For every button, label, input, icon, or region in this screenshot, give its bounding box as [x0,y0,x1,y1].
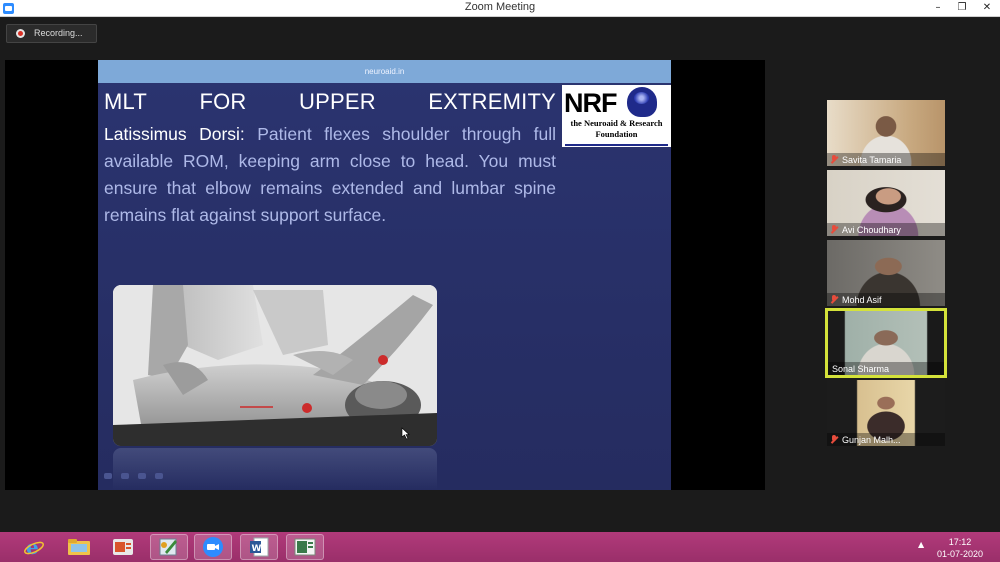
muted-mic-icon [830,155,838,164]
muted-mic-icon [830,225,838,234]
media-app-icon [294,538,316,556]
screen-share-area[interactable]: neuroaid.in MLT FOR UPPER EXTREMITY Lati… [5,60,765,490]
clock-date: 01-07-2020 [936,549,984,559]
taskbar-app-paint[interactable] [150,534,188,560]
nrf-logo-letters: NRF [564,88,617,118]
nrf-logo: NRF the Neuroaid & Research Foundation [562,85,671,147]
presentation-slide: neuroaid.in MLT FOR UPPER EXTREMITY Lati… [98,60,671,490]
svg-text:W: W [252,544,262,554]
record-icon [16,29,25,38]
office-app-icon [113,539,133,555]
photo-reflection [113,448,437,490]
next-slide-icon[interactable] [155,473,163,479]
zoom-app-icon [203,537,223,557]
slide-title-word: UPPER [298,89,376,114]
taskbar-app-file-explorer[interactable] [60,534,98,560]
meeting-stage: Recording... neuroaid.in MLT FOR UPPER E… [0,18,1000,532]
restore-button[interactable]: ❐ [950,0,974,17]
recording-indicator[interactable]: Recording... [6,24,97,43]
minimize-button[interactable]: – [926,0,950,17]
taskbar-app-media[interactable] [286,534,324,560]
participant-name: Mohd Asif [842,295,882,305]
file-explorer-icon [68,539,90,555]
brain-head-icon [627,87,657,117]
participant-name: Sonal Sharma [832,364,890,374]
taskbar-app-word[interactable]: W [240,534,278,560]
slides-icon[interactable] [138,473,146,479]
participant-tile[interactable]: Savita Tamaria [827,100,945,166]
internet-explorer-icon: e [24,536,44,558]
slide-title-word: MLT [104,89,147,114]
window-titlebar: Zoom Meeting – ❐ ✕ [0,0,1000,17]
slide-title-word: FOR [199,89,247,114]
slide-toolbar [104,473,163,479]
slide-body-text: Latissimus Dorsi: Patient flexes shoulde… [104,121,556,229]
taskbar-app-zoom[interactable] [194,534,232,560]
therapy-photo [113,285,437,446]
participant-tile[interactable]: Gunjan Malh... [827,380,945,446]
word-app-icon: W [250,537,269,557]
muted-mic-icon [830,295,838,304]
participant-name: Avi Choudhary [842,225,901,235]
muted-mic-icon [830,435,838,444]
recording-label: Recording... [34,28,83,38]
participant-name: Savita Tamaria [842,155,902,165]
window-title: Zoom Meeting [464,1,536,13]
participant-name: Gunjan Malh... [842,435,901,445]
tray-overflow-icon[interactable]: ▲ [918,540,924,549]
nrf-logo-tagline: the Neuroaid & Research Foundation [570,118,663,139]
windows-taskbar: e W ▲ 17:12 01-07-2020 [0,532,1000,562]
taskbar-clock[interactable]: 17:12 01-07-2020 [930,536,990,560]
pen-icon[interactable] [121,473,129,479]
prev-slide-icon[interactable] [104,473,112,479]
participant-tile[interactable]: Avi Choudhary [827,170,945,236]
participant-tile[interactable]: Mohd Asif [827,240,945,306]
logo-divider [565,144,668,146]
taskbar-app-office[interactable] [104,534,142,560]
participant-tile-active-speaker[interactable]: Sonal Sharma [825,308,947,378]
slide-title: MLT FOR UPPER EXTREMITY [104,89,556,115]
slide-header: neuroaid.in [98,60,671,83]
clock-time: 17:12 [948,537,972,547]
muscle-term: Latissimus Dorsi: [104,124,245,144]
therapy-photo-illustration [113,285,437,446]
close-button[interactable]: ✕ [975,0,999,17]
slide-title-word: EXTREMITY [428,89,556,114]
paint-app-icon [159,538,177,556]
taskbar-app-internet-explorer[interactable]: e [15,534,53,560]
